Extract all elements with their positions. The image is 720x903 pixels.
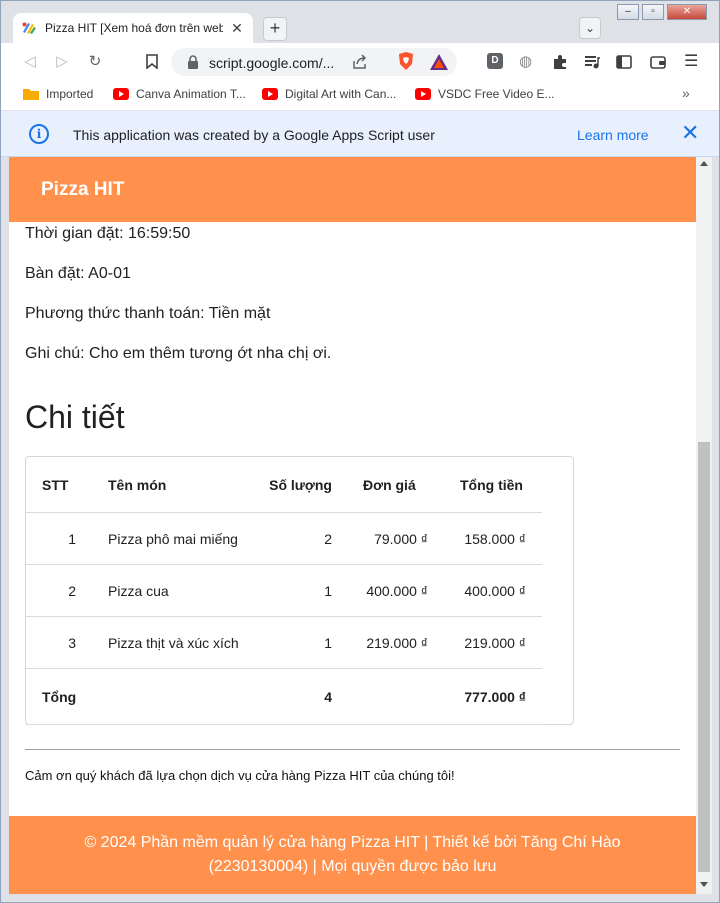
bookmark-label: Canva Animation T... <box>136 87 246 101</box>
extensions-puzzle-icon[interactable] <box>551 53 569 71</box>
bookmarks-bar: Imported Canva Animation T... Digital Ar… <box>1 81 719 111</box>
bookmark-label: Digital Art with Can... <box>285 87 397 101</box>
sidebar-icon[interactable] <box>615 53 633 71</box>
minimize-button[interactable]: – <box>617 4 639 20</box>
page-header: Pizza HIT <box>9 157 696 222</box>
brand-title: Pizza HIT <box>41 179 125 200</box>
table-row: 3 Pizza thịt và xúc xích 1 219.000 ₫ 219… <box>26 617 542 669</box>
footer-copyright: © 2024 Phần mềm quản lý cửa hàng Pizza H… <box>84 834 621 851</box>
cell-name: Pizza thịt và xúc xích <box>108 634 239 651</box>
menu-icon[interactable]: ☰ <box>684 53 702 71</box>
reading-list-icon[interactable] <box>583 53 601 71</box>
apps-script-info-bar: i This application was created by a Goog… <box>1 111 719 157</box>
cell-name: Pizza phô mai miếng <box>108 530 238 547</box>
col-header-total: Tổng tiền <box>460 476 523 493</box>
cell-qty: 1 <box>324 582 332 599</box>
order-details-table: STT Tên món Số lượng Đơn giá Tổng tiền 1… <box>25 456 574 725</box>
total-qty: 4 <box>324 688 332 705</box>
brave-shield-icon[interactable] <box>397 51 415 71</box>
bookmark-icon[interactable] <box>146 54 158 69</box>
cell-total: 219.000 ₫ <box>464 634 526 651</box>
browser-window: Pizza HIT [Xem hoá đơn trên web ✕ + ⌄ – … <box>0 0 720 903</box>
cell-price: 400.000 ₫ <box>366 582 428 599</box>
payment-method: Phương thức thanh toán: Tiền mặt <box>25 305 271 322</box>
tab-search-button[interactable]: ⌄ <box>579 17 601 39</box>
tab-strip: Pizza HIT [Xem hoá đơn trên web ✕ + ⌄ – … <box>1 1 719 43</box>
col-header-price: Đơn giá <box>363 476 416 493</box>
bookmark-imported[interactable]: Imported <box>23 87 93 101</box>
learn-more-link[interactable]: Learn more <box>577 127 649 143</box>
page-viewport: Pizza HIT Thời gian đặt: 16:59:50 Bàn đặ… <box>9 157 696 894</box>
scroll-thumb[interactable] <box>698 442 710 872</box>
info-message: This application was created by a Google… <box>73 127 435 143</box>
cell-stt: 2 <box>68 582 76 599</box>
vertical-scrollbar[interactable] <box>696 157 712 894</box>
bookmark-vsdc[interactable]: VSDC Free Video E... <box>415 87 555 101</box>
tab-pizza-hit[interactable]: Pizza HIT [Xem hoá đơn trên web ✕ <box>13 13 253 43</box>
thank-you-message: Cảm ơn quý khách đã lựa chọn dịch vụ cửa… <box>25 768 455 783</box>
cell-stt: 1 <box>68 530 76 547</box>
bookmark-label: VSDC Free Video E... <box>438 87 555 101</box>
cell-total: 400.000 ₫ <box>464 582 526 599</box>
bookmark-digital-art[interactable]: Digital Art with Can... <box>262 87 396 101</box>
total-label: Tổng <box>42 688 77 705</box>
lock-icon[interactable] <box>187 55 199 69</box>
scroll-down-arrow-icon[interactable] <box>700 882 708 887</box>
cell-total: 158.000 ₫ <box>464 530 526 547</box>
back-button[interactable]: ◁ <box>19 51 41 73</box>
bookmark-label: Imported <box>46 87 94 101</box>
folder-icon <box>23 89 39 100</box>
col-header-stt: STT <box>42 476 69 493</box>
order-table: Bàn đặt: A0-01 <box>25 265 131 282</box>
brave-rewards-icon[interactable] <box>429 53 449 71</box>
share-icon[interactable] <box>351 53 369 71</box>
apps-script-icon <box>22 22 36 34</box>
extension-d-icon[interactable]: D <box>487 53 503 69</box>
table-row: 1 Pizza phô mai miếng 2 79.000 ₫ 158.000… <box>26 513 542 565</box>
url-text[interactable]: script.google.com/... <box>209 55 334 71</box>
cell-qty: 1 <box>324 634 332 651</box>
col-header-name: Tên món <box>108 476 167 493</box>
order-note: Ghi chú: Cho em thêm tương ớt nha chị ơi… <box>25 345 332 362</box>
more-bookmarks-icon[interactable]: » <box>682 85 690 101</box>
cell-price: 219.000 ₫ <box>366 634 428 651</box>
tab-title: Pizza HIT [Xem hoá đơn trên web <box>45 21 223 35</box>
scroll-up-arrow-icon[interactable] <box>700 161 708 166</box>
info-icon: i <box>29 124 49 144</box>
cell-stt: 3 <box>68 634 76 651</box>
cell-name: Pizza cua <box>108 582 169 599</box>
table-header-row: STT Tên món Số lượng Đơn giá Tổng tiền <box>26 457 542 513</box>
total-amount: 777.000 ₫ <box>464 688 526 705</box>
table-total-row: Tổng 4 777.000 ₫ <box>26 669 542 725</box>
cell-price: 79.000 ₫ <box>374 530 428 547</box>
forward-button[interactable]: ▷ <box>51 51 73 73</box>
close-window-button[interactable]: ✕ <box>667 4 707 20</box>
order-time: Thời gian đặt: 16:59:50 <box>25 225 191 242</box>
wallet-icon[interactable] <box>649 53 667 71</box>
youtube-icon <box>113 88 129 100</box>
section-title: Chi tiết <box>25 399 125 435</box>
youtube-icon <box>415 88 431 100</box>
reload-button[interactable]: ↻ <box>84 51 106 73</box>
table-row: 2 Pizza cua 1 400.000 ₫ 400.000 ₫ <box>26 565 542 617</box>
new-tab-button[interactable]: + <box>263 17 287 41</box>
page-footer: © 2024 Phần mềm quản lý cửa hàng Pizza H… <box>9 816 696 894</box>
col-header-qty: Số lượng <box>269 476 332 493</box>
cell-qty: 2 <box>324 530 332 547</box>
browser-toolbar: ◁ ▷ ↻ script.google.com/... <box>1 43 719 81</box>
globe-extension-icon[interactable]: ◍ <box>519 53 537 71</box>
bookmark-canva-animation[interactable]: Canva Animation T... <box>113 87 246 101</box>
info-close-icon[interactable]: ✕ <box>681 122 699 144</box>
tab-close-icon[interactable]: ✕ <box>229 20 245 37</box>
footer-rights: (2230130004) | Mọi quyền được bảo lưu <box>208 858 497 875</box>
maximize-button[interactable]: ▫ <box>642 4 664 20</box>
youtube-icon <box>262 88 278 100</box>
divider <box>25 749 680 750</box>
